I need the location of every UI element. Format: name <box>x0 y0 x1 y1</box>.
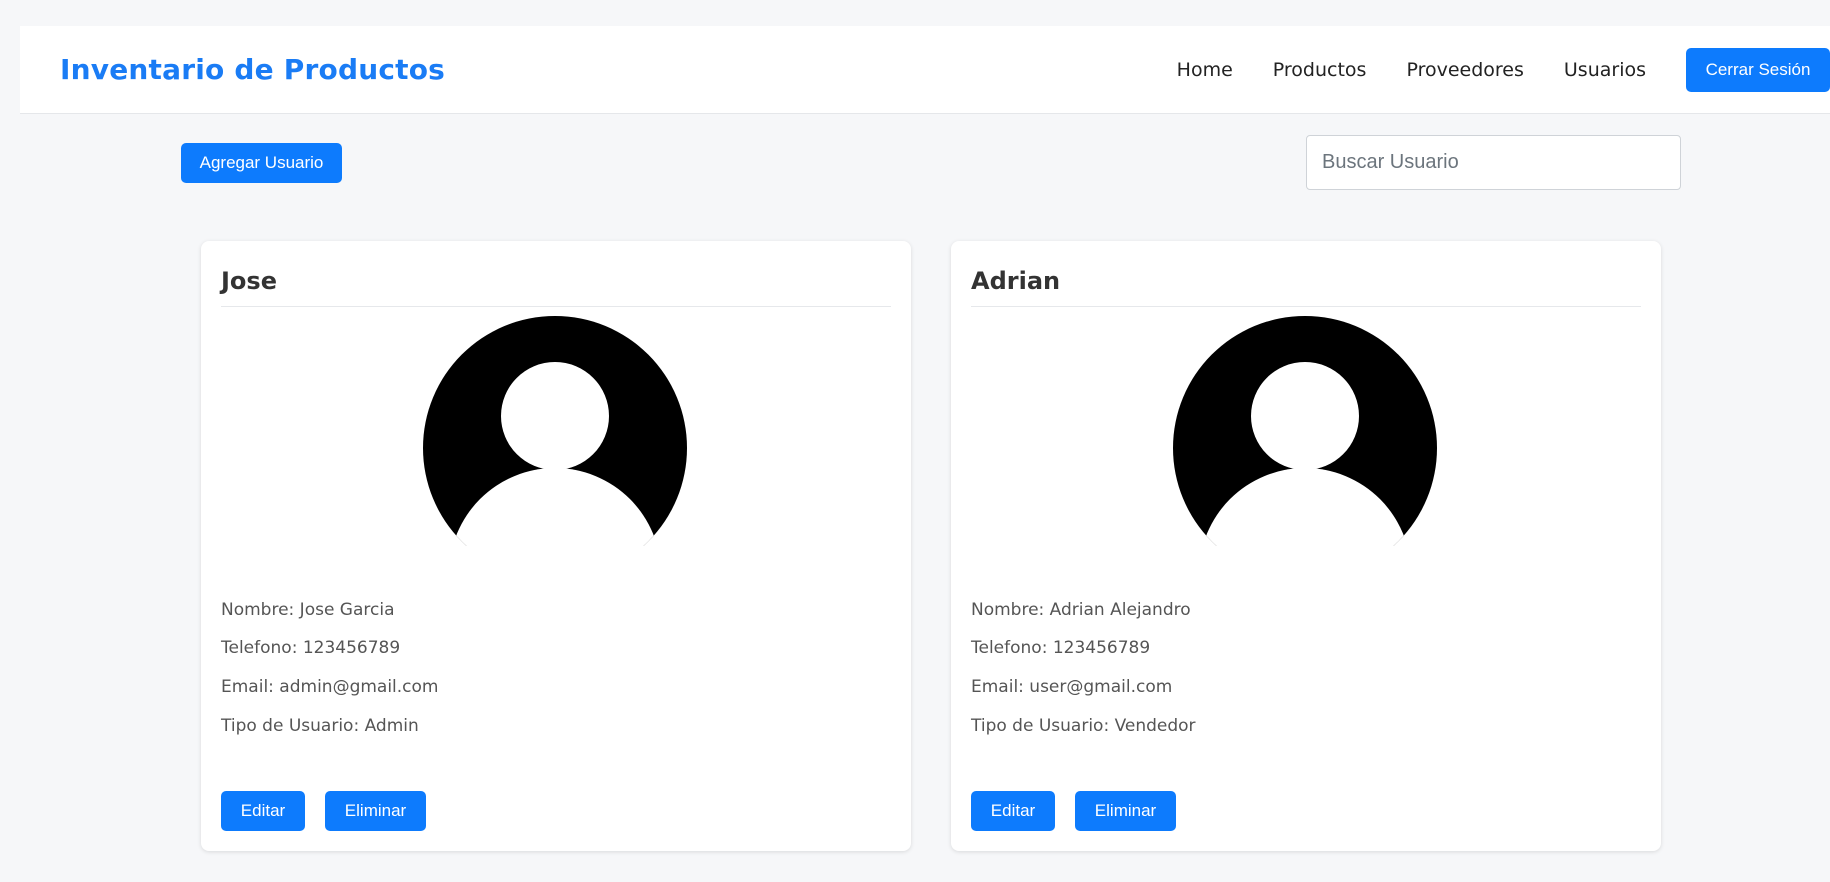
nav-proveedores-link[interactable]: Proveedores <box>1406 59 1523 81</box>
user-card-title: Adrian <box>971 267 1061 295</box>
navbar: Inventario de Productos Home Productos P… <box>20 26 1830 114</box>
user-phone: Telefono: 123456789 <box>221 638 401 658</box>
user-avatar-icon <box>423 316 687 546</box>
nav-productos-link[interactable]: Productos <box>1273 59 1367 81</box>
add-user-button[interactable]: Agregar Usuario <box>181 143 342 183</box>
user-type: Tipo de Usuario: Admin <box>221 716 419 736</box>
card-divider <box>221 306 891 307</box>
user-avatar-icon <box>1173 316 1437 546</box>
brand-title[interactable]: Inventario de Productos <box>60 53 445 86</box>
edit-button[interactable]: Editar <box>971 791 1055 831</box>
delete-button[interactable]: Eliminar <box>1075 791 1176 831</box>
user-email: Email: admin@gmail.com <box>221 677 439 697</box>
logout-button[interactable]: Cerrar Sesión <box>1686 48 1830 92</box>
nav-links: Home Productos Proveedores Usuarios Cerr… <box>1177 48 1830 92</box>
user-type: Tipo de Usuario: Vendedor <box>971 716 1196 736</box>
user-card-title: Jose <box>221 267 277 295</box>
user-card: Adrian Nombre: Adrian Alejandro Telefono… <box>951 241 1661 851</box>
nav-home-link[interactable]: Home <box>1177 59 1233 81</box>
user-name: Nombre: Jose Garcia <box>221 600 395 620</box>
user-card: Jose Nombre: Jose Garcia Telefono: 12345… <box>201 241 911 851</box>
user-phone: Telefono: 123456789 <box>971 638 1151 658</box>
delete-button[interactable]: Eliminar <box>325 791 426 831</box>
edit-button[interactable]: Editar <box>221 791 305 831</box>
user-email: Email: user@gmail.com <box>971 677 1173 697</box>
nav-usuarios-link[interactable]: Usuarios <box>1564 59 1646 81</box>
user-name: Nombre: Adrian Alejandro <box>971 600 1191 620</box>
search-user-input[interactable] <box>1306 135 1681 190</box>
card-divider <box>971 306 1641 307</box>
